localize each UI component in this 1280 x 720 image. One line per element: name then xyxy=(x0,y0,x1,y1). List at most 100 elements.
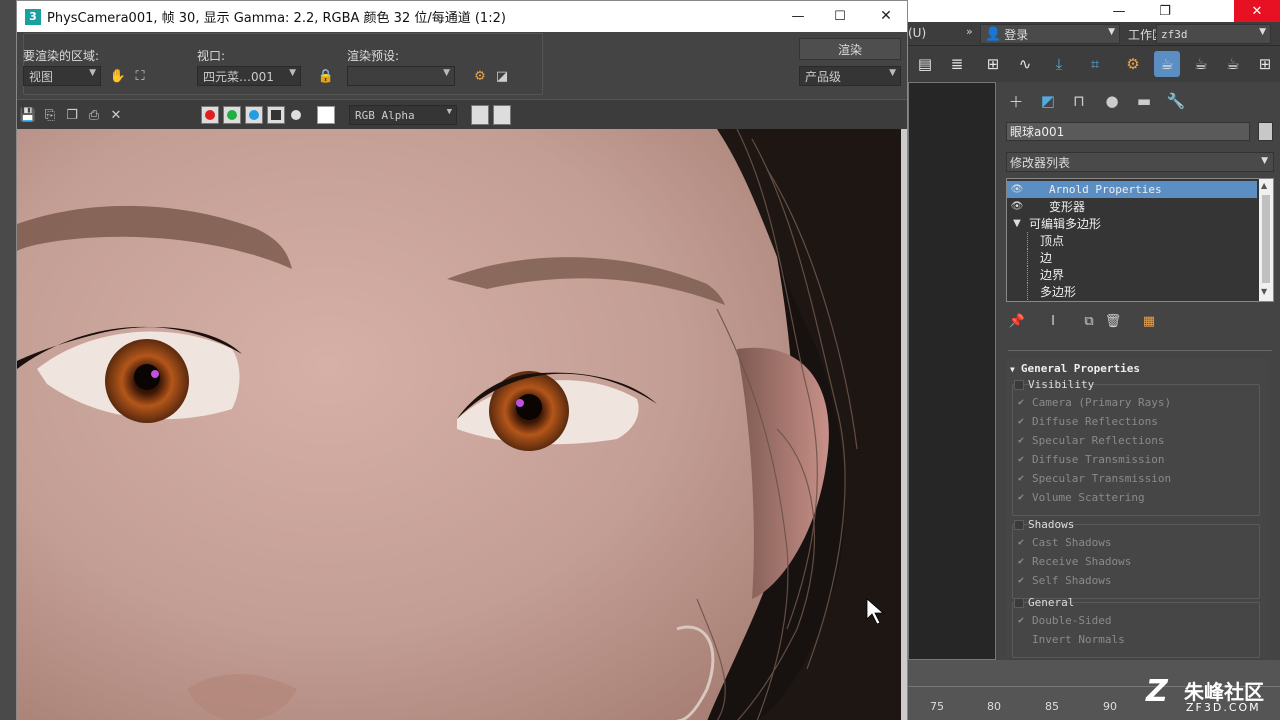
viewport-dropdown[interactable]: 四元菜…001 ▼ xyxy=(197,66,301,86)
minimize-button[interactable]: — xyxy=(1096,0,1142,22)
render-iterative-icon[interactable]: ☕ xyxy=(1220,51,1246,77)
schematic-view-icon[interactable]: ⌗ xyxy=(1082,51,1108,77)
stack-item[interactable]: 边界 xyxy=(1007,266,1257,283)
render-maximize-button[interactable]: ☐ xyxy=(829,5,851,27)
alpha-channel-toggle[interactable] xyxy=(267,106,285,124)
show-end-result-icon[interactable]: Ⅰ xyxy=(1044,312,1062,330)
group-checkbox[interactable] xyxy=(1014,597,1024,608)
monochrome-icon[interactable] xyxy=(291,110,301,120)
save-image-icon[interactable]: 💾 xyxy=(19,106,37,124)
property-checkbox[interactable]: ✔ Self Shadows xyxy=(1018,574,1111,587)
group-title[interactable]: Shadows xyxy=(1014,518,1074,531)
workspace-dropdown[interactable]: zf3d ▼ xyxy=(1156,24,1271,44)
group-checkbox[interactable] xyxy=(1014,379,1024,390)
scroll-up-icon[interactable]: ▲ xyxy=(1261,181,1267,190)
curve-editor-icon[interactable]: ∿ xyxy=(1012,51,1038,77)
render-close-button[interactable]: ✕ xyxy=(875,5,897,27)
group-title[interactable]: General xyxy=(1014,596,1074,609)
object-name-field[interactable]: 眼球a001 xyxy=(1006,122,1250,141)
edit-region-icon[interactable]: ✋ xyxy=(109,67,127,85)
property-checkbox[interactable]: ✔ Double-Sided xyxy=(1018,614,1111,627)
utilities-tab-icon[interactable]: 🔧 xyxy=(1164,90,1188,112)
property-checkbox[interactable]: ✔ Specular Reflections xyxy=(1018,434,1164,447)
render-button[interactable]: 渲染 xyxy=(799,38,901,60)
login-dropdown[interactable]: 👤 登录 ▼ xyxy=(980,24,1120,44)
stack-item[interactable]: 顶点 xyxy=(1007,232,1257,249)
stack-scrollbar[interactable]: ▲ ▼ xyxy=(1259,179,1273,301)
environment-effects-icon[interactable]: ◪ xyxy=(493,67,511,85)
main-toolbar: ▤ ≣ ⊞ ∿ ⤓ ⌗ ⚙ ☕ ☕ ☕ ⊞ xyxy=(908,46,1280,82)
property-checkbox[interactable]: ✔ Receive Shadows xyxy=(1018,555,1131,568)
property-checkbox[interactable]: Invert Normals xyxy=(1018,633,1125,646)
restore-button[interactable]: ❐ xyxy=(1142,0,1188,22)
display-tab-icon[interactable]: ▬ xyxy=(1132,90,1156,112)
property-checkbox[interactable]: ✔ Camera (Primary Rays) xyxy=(1018,396,1171,409)
object-color-swatch[interactable] xyxy=(1258,122,1273,141)
preset-dropdown[interactable]: ▼ xyxy=(347,66,455,86)
property-checkbox[interactable]: ✔ Diffuse Reflections xyxy=(1018,415,1158,428)
render-minimize-button[interactable]: — xyxy=(787,5,809,27)
stack-item[interactable]: 边 xyxy=(1007,249,1257,266)
scroll-down-icon[interactable]: ▼ xyxy=(1261,287,1267,296)
stack-item-label: 边 xyxy=(1027,249,1052,266)
render-setup-icon[interactable]: ⚙ xyxy=(1120,51,1146,77)
green-channel-toggle[interactable] xyxy=(223,106,241,124)
hierarchy-tab-icon[interactable]: ⊓ xyxy=(1067,90,1091,112)
clear-icon[interactable]: ✕ xyxy=(107,106,125,124)
property-checkbox[interactable]: ✔ Cast Shadows xyxy=(1018,536,1111,549)
clone-window-icon[interactable]: ❐ xyxy=(63,106,81,124)
print-icon[interactable]: ⎙ xyxy=(85,106,103,124)
auto-region-icon[interactable]: ⛶ xyxy=(131,67,149,85)
swatch-icon[interactable] xyxy=(317,106,335,124)
render-activeshade-icon[interactable]: ⊞ xyxy=(1252,51,1278,77)
close-button[interactable]: ✕ xyxy=(1234,0,1280,22)
quality-dropdown[interactable]: 产品级 ▼ xyxy=(799,66,901,86)
lock-icon[interactable]: 🔒 xyxy=(317,67,335,85)
render-setup-icon[interactable]: ⚙ xyxy=(471,67,489,85)
align-icon[interactable]: ⤓ xyxy=(1046,51,1072,77)
motion-tab-icon[interactable]: ● xyxy=(1100,90,1124,112)
viewport-panel[interactable] xyxy=(908,82,996,660)
modifier-list-dropdown[interactable]: 修改器列表 ▼ xyxy=(1006,152,1274,172)
create-tab-icon[interactable]: ＋ xyxy=(1004,90,1028,112)
left-eye-highlight xyxy=(151,370,159,378)
property-checkbox[interactable]: ✔ Volume Scattering xyxy=(1018,491,1145,504)
scene-explorer-icon[interactable]: ▤ xyxy=(912,51,938,77)
menu-item-partial[interactable]: (U) xyxy=(908,26,926,40)
rendered-frame-window-icon[interactable]: ☕ xyxy=(1154,51,1180,77)
remove-modifier-icon[interactable]: 🗑 xyxy=(1104,312,1122,330)
pin-stack-icon[interactable]: 📌 xyxy=(1008,312,1026,330)
group-checkbox[interactable] xyxy=(1014,519,1024,530)
rendered-image[interactable] xyxy=(17,129,901,720)
property-checkbox[interactable]: ✔ Specular Transmission xyxy=(1018,472,1171,485)
property-checkbox[interactable]: ✔ Diffuse Transmission xyxy=(1018,453,1164,466)
copy-image-icon[interactable]: ⎘ xyxy=(41,106,59,124)
group-title[interactable]: Visibility xyxy=(1014,378,1094,391)
toggle-ui-overlay-icon[interactable] xyxy=(471,105,489,125)
chevron-down-icon: ▼ xyxy=(889,68,896,78)
quality-value: 产品级 xyxy=(805,69,842,84)
blue-channel-toggle[interactable] xyxy=(245,106,263,124)
stack-item-label: 顶点 xyxy=(1027,232,1064,249)
main-title-strip: — ❐ ✕ xyxy=(908,0,1280,24)
stack-item[interactable]: ▼ 可编辑多边形 xyxy=(1007,215,1257,232)
configure-sets-icon[interactable]: ▦ xyxy=(1140,312,1158,330)
modify-tab-icon[interactable]: ◩ xyxy=(1036,90,1060,112)
eye-icon[interactable]: 👁 xyxy=(1007,201,1027,212)
layer-explorer-icon[interactable]: ≣ xyxy=(944,51,970,77)
red-channel-toggle[interactable] xyxy=(201,106,219,124)
stack-scroll-thumb[interactable] xyxy=(1262,195,1270,283)
render-scrollbar[interactable] xyxy=(901,129,907,720)
render-window-titlebar[interactable]: 3 PhysCamera001, 帧 30, 显示 Gamma: 2.2, RG… xyxy=(17,1,907,32)
make-unique-icon[interactable]: ⧉ xyxy=(1080,312,1098,330)
stack-item[interactable]: 👁 变形器 xyxy=(1007,198,1257,215)
stack-item[interactable]: 👁 Arnold Properties xyxy=(1007,181,1257,198)
channel-dropdown[interactable]: RGB Alpha ▼ xyxy=(349,105,457,125)
render-production-icon[interactable]: ☕ xyxy=(1188,51,1214,77)
stack-item[interactable]: 多边形 xyxy=(1007,283,1257,300)
menu-overflow-icon[interactable]: » xyxy=(966,25,973,38)
track-view-icon[interactable]: ⊞ xyxy=(980,51,1006,77)
area-dropdown[interactable]: 视图 ▼ xyxy=(23,66,101,86)
eye-icon[interactable]: 👁 xyxy=(1007,184,1027,195)
toggle-ui-icon[interactable] xyxy=(493,105,511,125)
